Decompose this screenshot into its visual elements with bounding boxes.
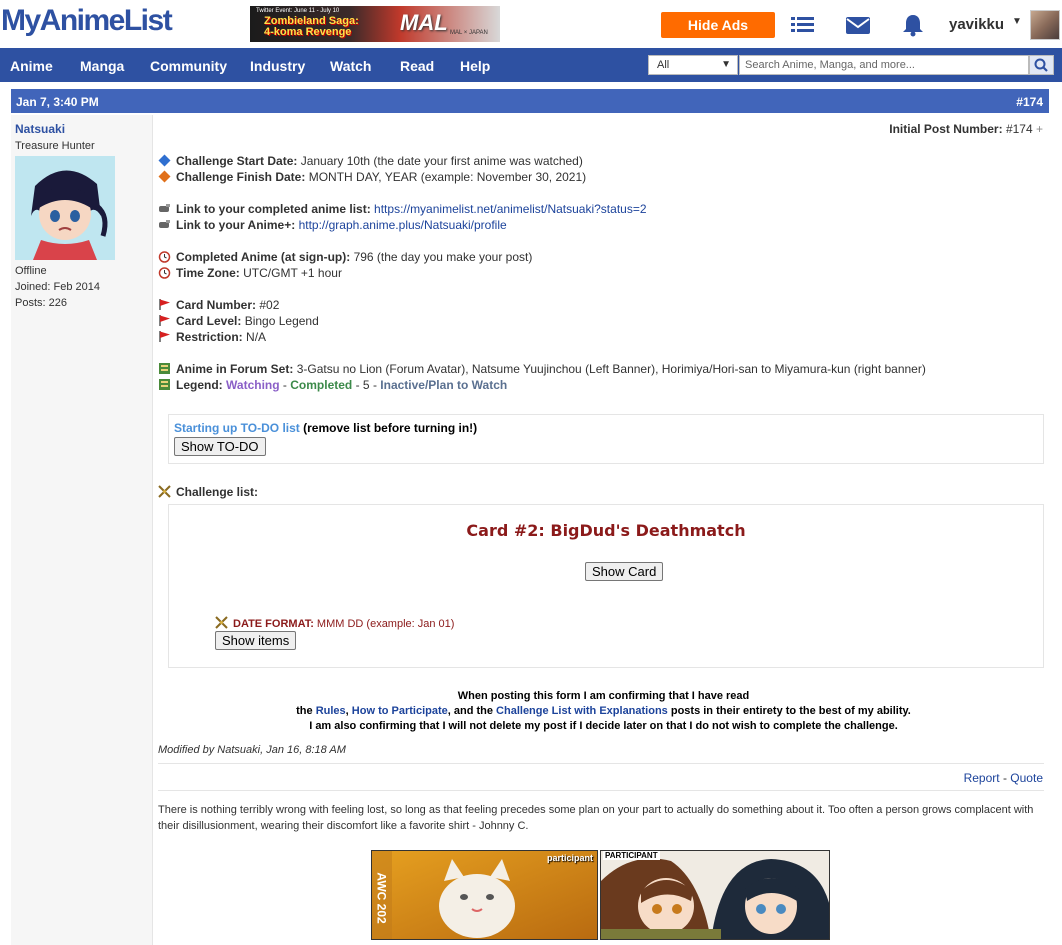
show-todo-button[interactable]: Show TO-DO <box>174 437 266 456</box>
card-number-line: Card Number: #02 <box>158 298 279 312</box>
user-title: Treasure Hunter <box>15 140 95 152</box>
alarm-clock-icon <box>158 267 171 279</box>
main-nav: Anime Manga Community Industry Watch Rea… <box>0 48 1062 82</box>
book-icon <box>159 363 170 374</box>
search-button[interactable] <box>1029 55 1054 75</box>
challenge-list-link[interactable]: Challenge List with Explanations <box>496 705 668 717</box>
animeplus-link[interactable]: http://graph.anime.plus/Natsuaki/profile <box>299 218 507 232</box>
search-icon <box>1034 58 1048 72</box>
ad-event-text: Twitter Event: June 11 - July 10 <box>256 8 340 14</box>
quote-link[interactable]: Quote <box>1010 771 1043 785</box>
challenge-finish-line: Challenge Finish Date: MONTH DAY, YEAR (… <box>158 170 586 184</box>
chevron-down-icon: ▼ <box>721 59 731 70</box>
forum-set-line: Anime in Forum Set: 3-Gatsu no Lion (For… <box>158 362 926 376</box>
signature-banner-right: PARTICIPANT <box>600 850 830 940</box>
ad-sub-text: MAL × JAPAN <box>450 30 488 36</box>
nav-industry[interactable]: Industry <box>250 58 305 74</box>
challenge-start-line: Challenge Start Date: January 10th (the … <box>158 154 583 168</box>
challenge-list-line: Challenge list: <box>158 485 258 499</box>
challenge-card-box: Card #2: BigDud's Deathmatch Show Card D… <box>168 504 1044 668</box>
ad-brand-text: MAL <box>400 10 448 35</box>
red-flag-icon <box>159 315 170 326</box>
initial-post-number: Initial Post Number: #174 + <box>889 122 1043 136</box>
show-items-button[interactable]: Show items <box>215 631 297 650</box>
show-card-button[interactable]: Show Card <box>585 562 664 581</box>
sig-banner-side-text: AWC 202 <box>374 872 389 924</box>
list-icon[interactable] <box>790 12 816 38</box>
mail-icon[interactable] <box>845 12 871 38</box>
legend-completed: Completed <box>290 378 353 392</box>
todo-list-link[interactable]: Starting up TO-DO list <box>174 421 300 435</box>
site-logo[interactable]: MyAnimeList <box>1 4 173 38</box>
date-format-line: DATE FORMAT: MMM DD (example: Jan 01) <box>215 616 454 630</box>
sig-banner-label: participant <box>546 853 593 863</box>
modified-note: Modified by Natsuaki, Jan 16, 8:18 AM <box>158 744 346 756</box>
completed-anime-line: Completed Anime (at sign-up): 796 (the d… <box>158 250 532 264</box>
crossed-swords-icon <box>158 485 171 498</box>
nav-help[interactable]: Help <box>460 58 490 74</box>
animeplus-line: Link to your Anime+: http://graph.anime.… <box>158 218 507 232</box>
restriction-line: Restriction: N/A <box>158 330 266 344</box>
author-avatar[interactable] <box>15 156 115 260</box>
rules-link[interactable]: Rules <box>316 705 346 717</box>
site-header: MyAnimeList Twitter Event: June 11 - Jul… <box>0 0 1062 48</box>
red-flag-icon <box>159 331 170 342</box>
book-icon <box>159 379 170 390</box>
banner-ad[interactable]: Twitter Event: June 11 - July 10 Zombiel… <box>250 6 500 42</box>
hand-pointer-icon <box>159 204 170 212</box>
expand-icon[interactable]: + <box>1036 122 1043 136</box>
user-avatar[interactable] <box>1030 10 1060 40</box>
legend-line: Legend: Watching - Completed - 5 - Inact… <box>158 378 507 392</box>
legend-inactive: Inactive/Plan to Watch <box>380 378 508 392</box>
hide-ads-button[interactable]: Hide Ads <box>661 12 775 38</box>
hand-pointer-icon <box>159 220 170 228</box>
post-author[interactable]: Natsuaki <box>15 122 65 136</box>
completed-list-line: Link to your completed anime list: https… <box>158 202 647 216</box>
nav-anime[interactable]: Anime <box>10 58 53 74</box>
report-link[interactable]: Report <box>964 771 1000 785</box>
user-menu[interactable]: yavikku <box>949 16 1004 33</box>
chevron-down-icon[interactable]: ▼ <box>1012 16 1022 27</box>
search-type-select[interactable]: All ▼ <box>648 55 738 75</box>
nav-community[interactable]: Community <box>150 58 227 74</box>
how-to-participate-link[interactable]: How to Participate <box>352 705 448 717</box>
user-joined: Joined: Feb 2014 <box>15 281 101 293</box>
user-posts: Posts: 226 <box>15 297 67 309</box>
divider <box>158 790 1044 791</box>
ad-title-text: Zombieland Saga: 4-koma Revenge <box>264 15 359 38</box>
orange-diamond-icon <box>158 170 171 183</box>
card-level-line: Card Level: Bingo Legend <box>158 314 319 328</box>
blue-diamond-icon <box>158 154 171 167</box>
post-header: Jan 7, 3:40 PM #174 <box>11 89 1049 113</box>
nav-manga[interactable]: Manga <box>80 58 124 74</box>
completed-list-link[interactable]: https://myanimelist.net/animelist/Natsua… <box>374 202 646 216</box>
sig-banner-label: PARTICIPANT <box>603 851 660 860</box>
crossed-swords-icon <box>215 616 228 629</box>
alarm-clock-icon <box>158 251 171 263</box>
nav-watch[interactable]: Watch <box>330 58 371 74</box>
signature-banner-left: participant AWC 202 <box>371 850 598 940</box>
user-info-column: Natsuaki Treasure Hunter Offline Joined:… <box>11 115 153 945</box>
nav-read[interactable]: Read <box>400 58 434 74</box>
red-flag-icon <box>159 299 170 310</box>
legend-watching: Watching <box>226 378 280 392</box>
bell-icon[interactable] <box>900 12 926 38</box>
search-input[interactable]: Search Anime, Manga, and more... <box>739 55 1029 75</box>
post-number[interactable]: #174 <box>1016 95 1043 109</box>
post-date: Jan 7, 3:40 PM <box>16 95 99 109</box>
time-zone-line: Time Zone: UTC/GMT +1 hour <box>158 266 342 280</box>
post-actions: Report - Quote <box>963 771 1043 785</box>
card-title: Card #2: BigDud's Deathmatch <box>466 521 746 540</box>
user-status: Offline <box>15 265 47 277</box>
todo-box: Starting up TO-DO list (remove list befo… <box>168 414 1044 464</box>
signature-text: There is nothing terribly wrong with fee… <box>158 804 1034 832</box>
divider <box>158 763 1044 764</box>
confirmation-text: When posting this form I am confirming t… <box>296 690 911 732</box>
